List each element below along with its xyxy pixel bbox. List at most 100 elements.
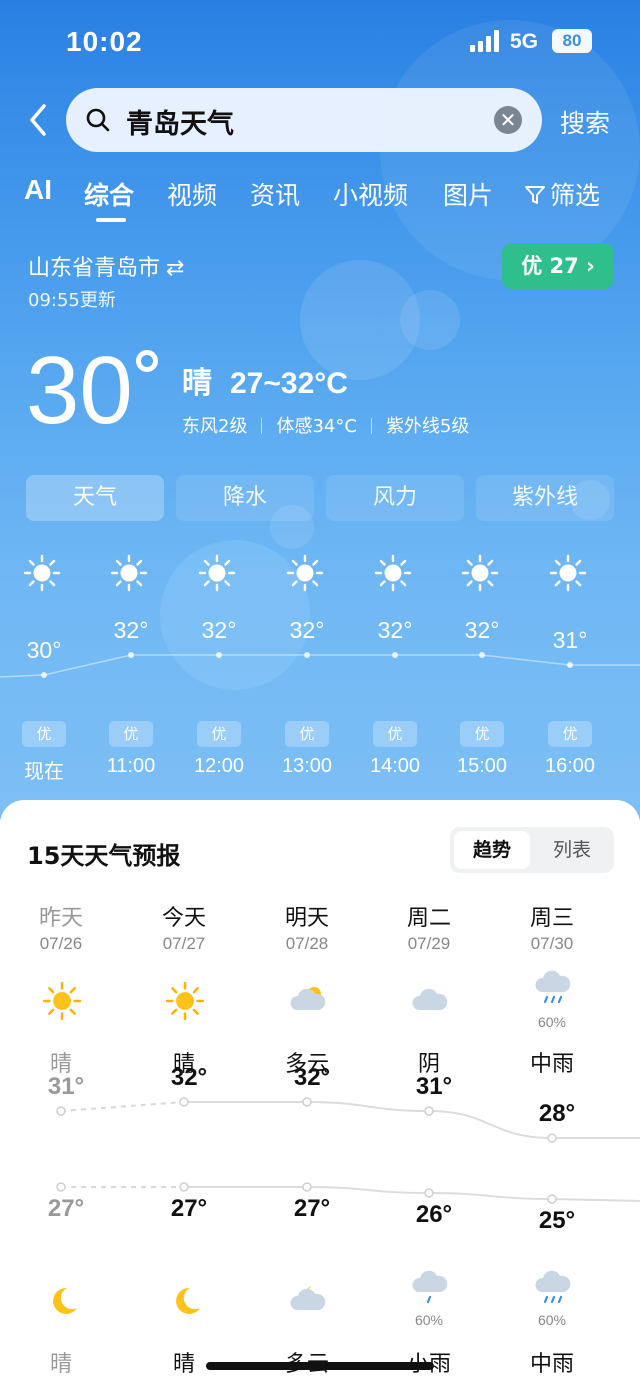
- current-details: 东风2级 体感34°C 紫外线5级: [182, 412, 469, 438]
- forecast-night-condition: 晴: [49, 1352, 72, 1377]
- forecast-high-temp: 31°: [415, 1073, 453, 1100]
- forecast-high-temp: 32°: [170, 1064, 208, 1091]
- forecast-day-name: 周二: [406, 906, 451, 931]
- forecast-high-temp: 31°: [47, 1073, 85, 1100]
- hourly-temp: 32°: [113, 617, 149, 643]
- forecast-day-name: 周三: [529, 906, 574, 931]
- hourly-dot: [479, 652, 485, 658]
- forecast-night-condition: 中雨: [529, 1352, 574, 1377]
- hourly-dot: [128, 652, 134, 658]
- forecast-high-temp: 32°: [293, 1064, 331, 1091]
- hourly-time: 11:00: [106, 755, 156, 777]
- hourly-dot: [304, 652, 310, 658]
- forecast-day-condition: 中雨: [529, 1052, 574, 1077]
- tab-video[interactable]: 视频: [167, 176, 217, 212]
- uv-index: 紫外线5级: [385, 416, 470, 437]
- forecast-day[interactable]: 周二07/29阴31°26°60%小雨: [369, 800, 489, 1385]
- hourly-aqi-badge: 优: [197, 721, 241, 747]
- forecast-day-date: 07/26: [39, 934, 83, 953]
- segment-uv[interactable]: 紫外线: [476, 475, 614, 521]
- forecast-day-date: 07/27: [162, 934, 206, 953]
- updated-time: 09:55更新: [28, 290, 116, 311]
- sun-icon: [461, 554, 499, 592]
- current-condition-line: 晴 27~32°C: [182, 358, 348, 402]
- hourly-temp: 31°: [552, 627, 588, 653]
- hourly-aqi-badge: 优: [109, 721, 153, 747]
- forecast-day[interactable]: 周三 07/30 60% 中雨 28° 25° 60% 中雨: [492, 800, 612, 1385]
- segment-wind[interactable]: 风力: [326, 475, 464, 521]
- current-temperature: 30: [26, 337, 133, 444]
- hourly-aqi-badge: 优: [373, 721, 417, 747]
- status-time: 10:02: [66, 26, 143, 57]
- sun-icon: [110, 554, 148, 592]
- wind-info: 东风2级: [182, 416, 248, 437]
- tab-images[interactable]: 图片: [443, 176, 493, 212]
- hourly-aqi-badge: 优: [22, 721, 66, 747]
- search-input[interactable]: 青岛天气 ✕: [66, 88, 542, 152]
- forecast-night-precip: 60%: [537, 1312, 567, 1328]
- segment-precipitation[interactable]: 降水: [176, 475, 314, 521]
- hourly-temp: 32°: [464, 617, 500, 643]
- forecast-day-name: 今天: [161, 906, 206, 931]
- search-icon: [86, 108, 110, 132]
- chevron-left-icon: [30, 104, 46, 136]
- forecast-day[interactable]: 昨天 07/26 晴 31° 27° 晴: [1, 800, 121, 1385]
- hourly-dot: [392, 652, 398, 658]
- search-button[interactable]: 搜索: [560, 104, 610, 140]
- tab-filter[interactable]: 筛选: [524, 176, 600, 212]
- tab-short-video[interactable]: 小视频: [333, 176, 408, 212]
- clear-icon[interactable]: ✕: [494, 106, 522, 134]
- segment-weather[interactable]: 天气: [26, 475, 164, 521]
- hourly-time: 现在: [24, 761, 64, 783]
- tab-comprehensive[interactable]: 综合: [84, 176, 134, 212]
- aqi-badge-label: 优 27: [521, 254, 579, 278]
- forecast-card: 15天天气预报 趋势 列表 昨天 07/26 晴 31° 27° 晴今天 07/27 晴 32°…: [0, 800, 640, 1385]
- hourly-aqi-badge: 优: [548, 721, 592, 747]
- hourly-forecast[interactable]: 30° 优现在 32° 优 11:00 32° 优 12:00 32° 优 13:00 32° 优 14:…: [0, 545, 640, 785]
- forecast-day-date: 07/29: [407, 934, 451, 953]
- hourly-time: 16:00: [544, 755, 596, 777]
- light-rain-icon: [412, 1270, 448, 1304]
- forecast-low-temp: 27°: [170, 1195, 208, 1222]
- back-button[interactable]: [24, 100, 54, 140]
- hourly-aqi-badge: 优: [285, 721, 329, 747]
- location-switch[interactable]: 山东省青岛市 ⇄: [28, 250, 184, 282]
- feels-like: 体感34°C: [276, 416, 357, 437]
- forecast-low-temp: 26°: [415, 1201, 453, 1228]
- sun-icon: [286, 554, 324, 592]
- location-name: 山东省青岛市: [28, 256, 161, 281]
- forecast-day[interactable]: 明天07/28多云32°27°多云: [247, 800, 367, 1385]
- forecast-day-name: 明天: [284, 906, 329, 931]
- partly-cloudy-icon: [290, 987, 326, 1010]
- home-indicator: [206, 1362, 434, 1370]
- hourly-time: 14:00: [369, 755, 421, 777]
- aqi-badge-button[interactable]: 优 27 ›: [502, 243, 614, 289]
- forecast-day[interactable]: 今天 07/27 晴 32° 27° 晴: [124, 800, 244, 1385]
- forecast-low-temp: 27°: [293, 1195, 331, 1222]
- forecast-high-temp: 28°: [538, 1100, 576, 1127]
- forecast-low-temp: 27°: [47, 1195, 85, 1222]
- hourly-aqi-badge: 优: [460, 721, 504, 747]
- current-range: 27~32°C: [230, 367, 348, 400]
- forecast-day-name: 昨天: [38, 906, 83, 931]
- filter-icon: [525, 186, 545, 204]
- hourly-time: 15:00: [456, 755, 508, 777]
- hourly-dot: [216, 652, 222, 658]
- hourly-temp: 32°: [201, 617, 237, 643]
- active-tab-indicator: [96, 218, 126, 222]
- swap-icon: ⇄: [166, 256, 185, 281]
- tab-news[interactable]: 资讯: [250, 176, 300, 212]
- degree-symbol: [136, 350, 158, 372]
- forecast-day-date: 07/30: [530, 934, 574, 953]
- search-query: 青岛天气: [126, 109, 234, 140]
- tab-ai[interactable]: AI: [24, 174, 52, 206]
- hourly-time: 12:00: [193, 755, 245, 777]
- forecast-day-precip: 60%: [537, 1014, 567, 1030]
- forecast-night-precip: 60%: [414, 1312, 444, 1328]
- sun-icon: [23, 554, 61, 592]
- hourly-dot: [41, 672, 47, 678]
- network-type: 5G: [510, 30, 539, 53]
- cloud-icon: [412, 988, 448, 1010]
- hourly-time: 13:00: [281, 755, 333, 777]
- forecast-day-date: 07/28: [285, 934, 329, 953]
